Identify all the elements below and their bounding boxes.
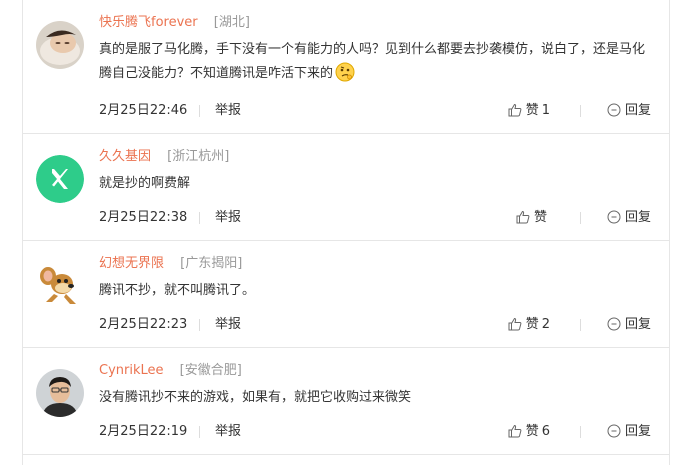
like-button[interactable]: 赞2 [508, 315, 550, 335]
divider [580, 319, 581, 331]
divider [580, 426, 581, 438]
comment-item: CynrikLee [安徽合肥] 没有腾讯抄不来的游戏，如果有，就把它收购过来微… [23, 348, 669, 455]
report-button[interactable]: 举报 [215, 101, 241, 121]
thumbs-up-icon [508, 317, 522, 331]
comment-text: 真的是服了马化腾，手下没有一个有能力的人吗？见到什么都要去抄袭模仿，说白了，还是… [99, 38, 651, 86]
reply-label: 回复 [624, 210, 651, 225]
avatar[interactable] [36, 262, 84, 310]
thumbs-up-icon [508, 424, 522, 438]
avatar[interactable] [36, 21, 84, 69]
thinking-emoji-icon [335, 62, 355, 82]
location-label: [浙江杭州] [167, 149, 230, 164]
divider [580, 105, 581, 117]
like-label: 赞 [525, 103, 539, 118]
report-button[interactable]: 举报 [215, 422, 241, 442]
thumbs-up-icon [516, 210, 530, 224]
comment-text-body: 真的是服了马化腾，手下没有一个有能力的人吗？见到什么都要去抄袭模仿，说白了，还是… [99, 42, 646, 81]
comment-bubble-icon [607, 424, 621, 438]
like-button[interactable]: 赞6 [508, 422, 550, 442]
timestamp: 2月25日22:19 [99, 424, 188, 439]
person-avatar-icon [36, 369, 84, 417]
divider [199, 212, 200, 224]
comment-item: 快乐腾飞forever [湖北] 真的是服了马化腾，手下没有一个有能力的人吗？见… [23, 0, 669, 134]
comment-item: 久久基因 [浙江杭州] 就是抄的啊费解 2月25日22:38 举报 赞 回复 [23, 134, 669, 241]
divider [199, 319, 200, 331]
comment-bubble-icon [607, 210, 621, 224]
reply-label: 回复 [624, 103, 651, 118]
comment-text: 腾讯不抄，就不叫腾讯了。 [99, 283, 256, 298]
like-label: 赞 [533, 210, 547, 225]
timestamp: 2月25日22:38 [99, 210, 188, 225]
thumbs-up-icon [508, 103, 522, 117]
location-label: [广东揭阳] [180, 256, 243, 271]
like-label: 赞 [525, 317, 539, 332]
cartoon-mouse-icon [36, 262, 84, 310]
like-label: 赞 [525, 424, 539, 439]
timestamp: 2月25日22:23 [99, 317, 188, 332]
nickname-link[interactable]: 幻想无界限 [99, 256, 164, 271]
like-count: 6 [541, 424, 550, 439]
reply-label: 回复 [624, 317, 651, 332]
reply-button[interactable]: 回复 [607, 315, 651, 335]
comment-item: 幻想无界限 [广东揭阳] 腾讯不抄，就不叫腾讯了。 2月25日22:23 举报 … [23, 241, 669, 348]
like-count: 2 [541, 317, 550, 332]
nickname-link[interactable]: CynrikLee [99, 363, 164, 378]
divider [580, 212, 581, 224]
comment-text: 就是抄的啊费解 [99, 176, 191, 191]
comment-bubble-icon [607, 317, 621, 331]
like-button[interactable]: 赞1 [508, 101, 550, 121]
reply-button[interactable]: 回复 [607, 101, 651, 121]
nickname-link[interactable]: 久久基因 [99, 149, 151, 164]
nickname-link[interactable]: 快乐腾飞forever [99, 15, 198, 30]
location-label: [湖北] [213, 15, 250, 30]
green-logo-icon [36, 155, 84, 203]
location-label: [安徽合肥] [179, 363, 242, 378]
comment-bubble-icon [607, 103, 621, 117]
report-button[interactable]: 举报 [215, 208, 241, 228]
reply-button[interactable]: 回复 [607, 208, 651, 228]
report-button[interactable]: 举报 [215, 315, 241, 335]
divider [199, 105, 200, 117]
timestamp: 2月25日22:46 [99, 103, 188, 118]
reply-label: 回复 [624, 424, 651, 439]
comment-text: 没有腾讯抄不来的游戏，如果有，就把它收购过来微笑 [99, 390, 412, 405]
divider [199, 426, 200, 438]
like-button[interactable]: 赞 [516, 208, 550, 228]
photo-avatar-icon [36, 21, 84, 69]
like-count: 1 [541, 103, 550, 118]
reply-button[interactable]: 回复 [607, 422, 651, 442]
avatar[interactable] [36, 155, 84, 203]
avatar[interactable] [36, 369, 84, 417]
